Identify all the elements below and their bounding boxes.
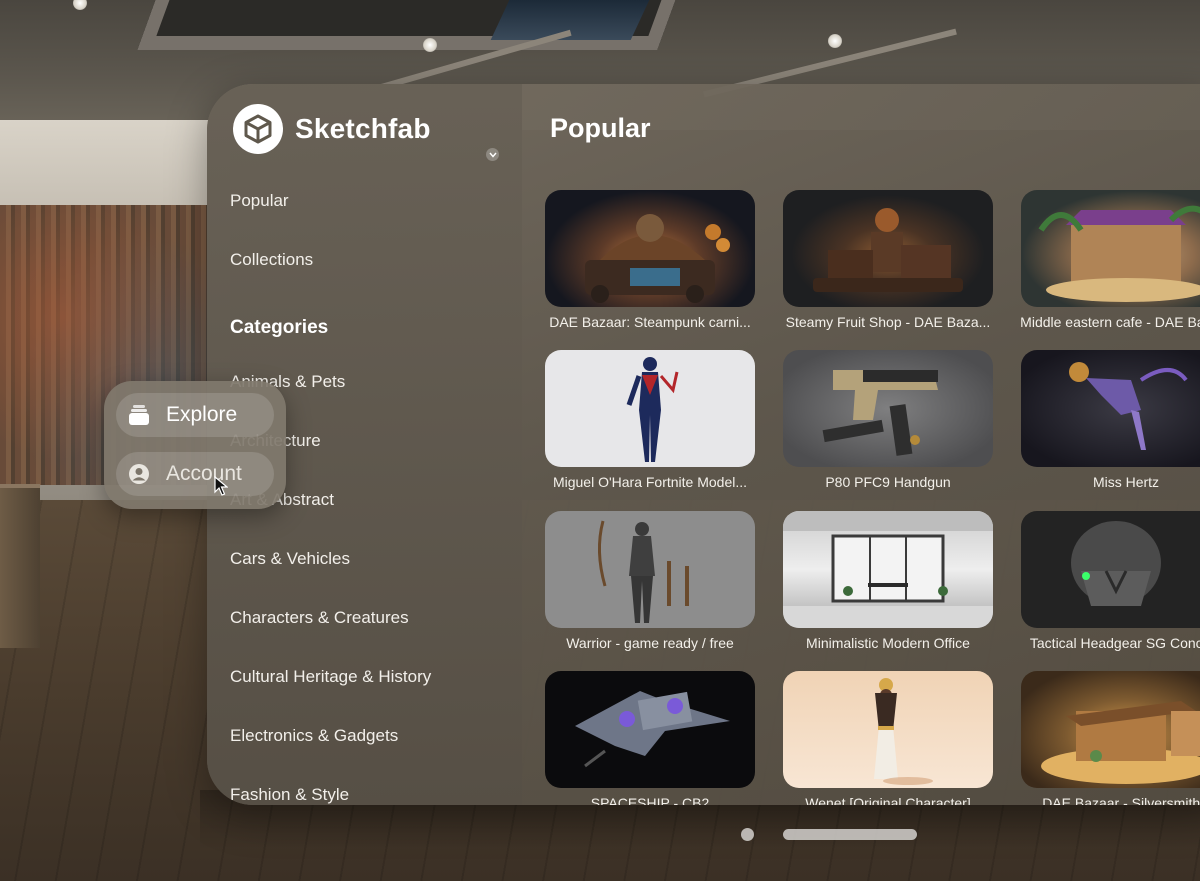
bench-leg	[0, 488, 40, 648]
tab-explore[interactable]: Explore	[116, 393, 274, 437]
spotlight	[423, 38, 437, 52]
sidebar-item-cars-vehicles[interactable]: Cars & Vehicles	[230, 549, 350, 569]
model-thumbnail	[783, 350, 993, 467]
window-close-dot[interactable]	[741, 828, 754, 841]
model-card[interactable]: Tactical Headgear SG Concept	[1013, 511, 1200, 661]
mouse-cursor-icon	[214, 475, 229, 501]
model-title: SPACESHIP - CB2	[590, 795, 710, 805]
main-content: Popular DAE Bazaar: Steampunk carni... S…	[522, 84, 1200, 805]
model-thumbnail	[545, 350, 755, 467]
model-title: Miguel O'Hara Fortnite Model...	[552, 474, 748, 490]
page-title: Popular	[550, 113, 651, 143]
model-card[interactable]: Wenet [Original Character]	[775, 671, 1015, 805]
model-thumbnail	[545, 190, 755, 307]
model-title: Warrior - game ready / free	[566, 635, 734, 651]
model-card[interactable]: Miguel O'Hara Fortnite Model...	[537, 350, 777, 500]
model-thumbnail	[1021, 190, 1200, 307]
model-thumbnail	[1021, 350, 1200, 467]
stack-icon	[128, 404, 150, 426]
model-thumbnail	[783, 511, 993, 628]
model-thumbnail	[545, 671, 755, 788]
model-card[interactable]: Minimalistic Modern Office	[775, 511, 1015, 661]
model-card[interactable]: Miss Hertz	[1013, 350, 1200, 500]
model-title: Middle eastern cafe - DAE Bazaar	[1020, 314, 1200, 330]
model-card[interactable]: Steamy Fruit Shop - DAE Baza...	[775, 190, 1015, 340]
model-thumbnail	[783, 190, 993, 307]
sidebar-item-cultural-heritage[interactable]: Cultural Heritage & History	[230, 667, 431, 687]
model-card[interactable]: DAE Bazaar: Steampunk carni...	[537, 190, 777, 340]
model-title: DAE Bazaar - Silversmith's	[1042, 795, 1200, 805]
person-icon	[128, 463, 150, 485]
model-card[interactable]: DAE Bazaar - Silversmith's	[1013, 671, 1200, 805]
model-card[interactable]: Warrior - game ready / free	[537, 511, 777, 661]
model-title: Minimalistic Modern Office	[806, 635, 970, 651]
categories-heading: Categories	[230, 317, 329, 338]
model-title: Miss Hertz	[1092, 474, 1160, 490]
sidebar-item-collections[interactable]: Collections	[230, 250, 313, 270]
model-title: Tactical Headgear SG Concept	[1029, 635, 1200, 651]
floating-tab-bar: Explore Account	[104, 381, 286, 509]
model-card[interactable]: SPACESHIP - CB2	[537, 671, 777, 805]
app-name: Sketchfab	[295, 113, 431, 144]
window-grab-bar[interactable]	[783, 829, 917, 840]
model-thumbnail	[545, 511, 755, 628]
model-title: P80 PFC9 Handgun	[825, 474, 951, 490]
model-card[interactable]: P80 PFC9 Handgun	[775, 350, 1015, 500]
chevron-down-icon[interactable]	[486, 148, 499, 161]
tab-account-label: Account	[166, 462, 242, 485]
sidebar-item-popular[interactable]: Popular	[230, 191, 289, 211]
sketchfab-window: Sketchfab Popular Collections Categories…	[207, 84, 1200, 805]
model-card[interactable]: Middle eastern cafe - DAE Bazaar	[1013, 190, 1200, 340]
sidebar-item-characters-creatures[interactable]: Characters & Creatures	[230, 608, 409, 628]
model-thumbnail	[1021, 511, 1200, 628]
sidebar-item-fashion-style[interactable]: Fashion & Style	[230, 785, 349, 805]
sidebar-item-electronics-gadgets[interactable]: Electronics & Gadgets	[230, 726, 398, 746]
sketchfab-logo-icon	[233, 104, 283, 154]
app-logo: Sketchfab	[233, 104, 431, 154]
tab-explore-label: Explore	[166, 403, 238, 426]
model-title: Wenet [Original Character]	[805, 795, 971, 805]
model-title: Steamy Fruit Shop - DAE Baza...	[785, 314, 991, 330]
model-title: DAE Bazaar: Steampunk carni...	[549, 314, 751, 330]
model-thumbnail	[1021, 671, 1200, 788]
model-thumbnail	[783, 671, 993, 788]
spotlight	[828, 34, 842, 48]
tab-account[interactable]: Account	[116, 452, 274, 496]
